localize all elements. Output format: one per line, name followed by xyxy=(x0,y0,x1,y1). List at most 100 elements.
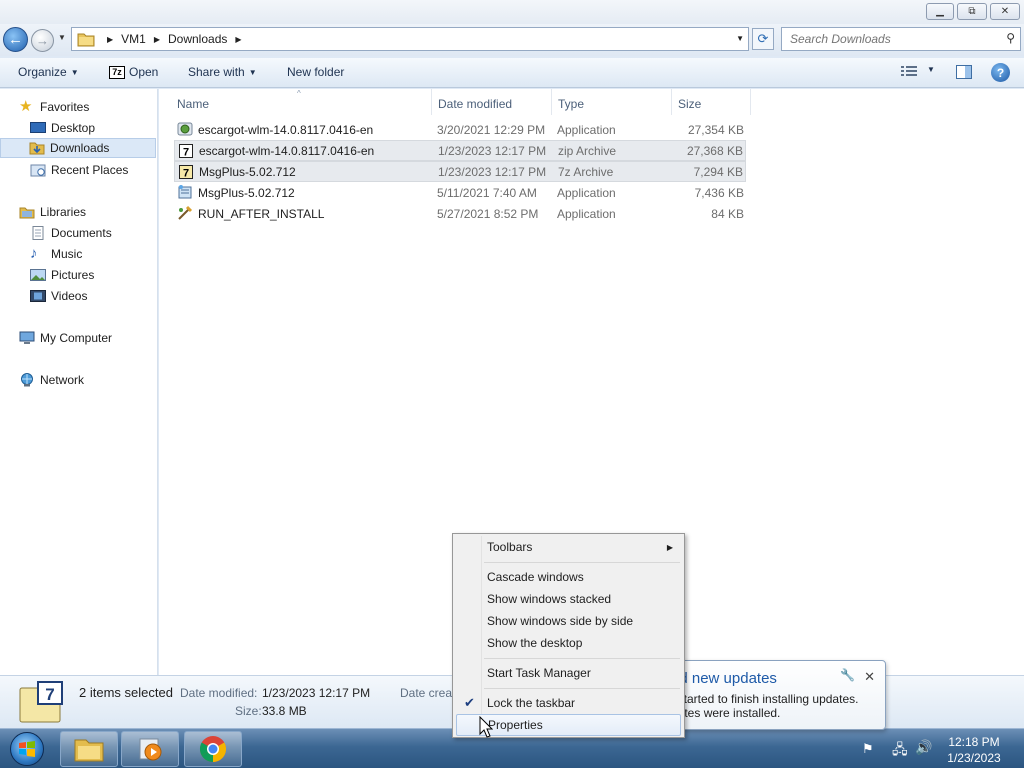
start-button[interactable] xyxy=(2,730,52,768)
file-row[interactable]: 7 MsgPlus-5.02.712 1/23/2023 12:17 PM 7z… xyxy=(174,161,746,182)
menu-item-label: Toolbars xyxy=(487,540,533,554)
nav-libraries[interactable]: Libraries xyxy=(19,202,86,222)
file-row[interactable]: 7 escargot-wlm-14.0.8117.0416-en 1/23/20… xyxy=(174,140,746,161)
taskbar-clock[interactable]: 12:18 PM 1/23/2023 xyxy=(942,734,1006,766)
chevron-down-icon: ▼ xyxy=(927,65,935,74)
menu-item-toolbars[interactable]: Toolbars ▶ xyxy=(456,536,681,558)
taskbar-media-player-button[interactable] xyxy=(121,731,179,767)
help-button[interactable]: ? xyxy=(991,63,1010,82)
nav-downloads[interactable]: Downloads xyxy=(0,138,156,158)
column-date-label: Date modified xyxy=(438,97,513,111)
explorer-folder-icon xyxy=(74,739,104,762)
svg-text:7: 7 xyxy=(45,685,54,704)
new-folder-button[interactable]: New folder xyxy=(287,65,344,79)
balloon-line-1: estarted to finish installing updates. xyxy=(671,692,859,706)
search-box[interactable]: ⚲ xyxy=(781,27,1021,51)
file-row[interactable]: MsgPlus-5.02.712 5/11/2021 7:40 AM Appli… xyxy=(174,182,746,203)
address-bar[interactable]: ▶ VM1 ▶ Downloads ▶ ▼ xyxy=(71,27,749,51)
nav-pictures[interactable]: Pictures xyxy=(30,265,94,285)
column-divider[interactable] xyxy=(431,89,432,115)
menu-item-show-desktop[interactable]: Show the desktop xyxy=(456,632,681,654)
back-button[interactable]: ← xyxy=(3,27,28,52)
nav-my-computer[interactable]: My Computer xyxy=(19,328,112,348)
breadcrumb-arrow-icon[interactable]: ▶ xyxy=(107,35,113,44)
videos-icon xyxy=(30,290,46,302)
column-header-date-modified[interactable]: Date modified xyxy=(438,93,512,115)
nav-videos[interactable]: Videos xyxy=(30,286,87,306)
column-divider[interactable] xyxy=(551,89,552,115)
taskbar-explorer-button[interactable] xyxy=(60,731,118,767)
menu-item-side-by-side[interactable]: Show windows side by side xyxy=(456,610,681,632)
menu-item-show-stacked[interactable]: Show windows stacked xyxy=(456,588,681,610)
menu-item-cascade-windows[interactable]: Cascade windows xyxy=(456,566,681,588)
column-header-type[interactable]: Type xyxy=(558,93,584,115)
organize-label: Organize xyxy=(18,65,67,79)
nav-recent-places[interactable]: Recent Places xyxy=(30,160,128,180)
change-view-button[interactable] xyxy=(901,65,917,77)
menu-item-label: Show the desktop xyxy=(487,636,583,650)
recent-pages-dropdown[interactable]: ▼ xyxy=(58,33,66,42)
taskbar-context-menu: Toolbars ▶ Cascade windows Show windows … xyxy=(452,533,685,738)
media-player-icon xyxy=(139,738,162,761)
checkmark-icon: ✔ xyxy=(464,695,475,710)
nav-desktop-label: Desktop xyxy=(51,121,96,135)
selected-archives-icon: 7 xyxy=(19,681,63,723)
view-options-dropdown[interactable]: ▼ xyxy=(927,65,935,74)
file-row[interactable]: escargot-wlm-14.0.8117.0416-en 3/20/2021… xyxy=(174,119,746,140)
share-with-label: Share with xyxy=(188,65,245,79)
organize-button[interactable]: Organize ▼ xyxy=(18,65,79,79)
nav-documents-label: Documents xyxy=(51,226,112,240)
minimize-icon: ▁ xyxy=(936,6,944,17)
nav-favorites[interactable]: ★ Favorites xyxy=(19,97,89,117)
title-bar: ▁ ⧉ ✕ xyxy=(0,0,1024,26)
search-input[interactable] xyxy=(790,29,1000,49)
nav-desktop[interactable]: Desktop xyxy=(30,118,95,138)
column-header-size[interactable]: Size xyxy=(678,93,701,115)
music-note-icon: ♪ xyxy=(30,245,38,262)
tray-volume-icon[interactable]: 🔊 xyxy=(915,739,932,756)
file-date: 5/27/2021 8:52 PM xyxy=(437,206,539,221)
menu-separator xyxy=(484,688,680,689)
breadcrumb-vm1[interactable]: VM1 xyxy=(121,32,146,46)
menu-item-task-manager[interactable]: Start Task Manager xyxy=(456,662,681,684)
breadcrumb-downloads[interactable]: Downloads xyxy=(168,32,227,46)
file-row[interactable]: RUN_AFTER_INSTALL 5/27/2021 8:52 PM Appl… xyxy=(174,203,746,224)
submenu-arrow-icon: ▶ xyxy=(666,542,673,552)
menu-item-label: Start Task Manager xyxy=(487,666,591,680)
address-history-dropdown[interactable]: ▼ xyxy=(736,34,744,43)
column-header-name[interactable]: Name xyxy=(177,93,209,115)
documents-icon xyxy=(32,226,44,240)
menu-item-lock-taskbar[interactable]: ✔ Lock the taskbar xyxy=(456,692,681,714)
clock-date: 1/23/2023 xyxy=(947,751,1001,765)
open-button[interactable]: 7z Open xyxy=(109,65,158,79)
update-notification-balloon[interactable]: ed new updates 🔧 ✕ estarted to finish in… xyxy=(664,660,886,730)
tray-flag-icon[interactable]: ⚑ xyxy=(862,741,874,757)
forward-button[interactable]: → xyxy=(31,29,54,52)
column-divider[interactable] xyxy=(750,89,751,115)
taskbar-chrome-button[interactable] xyxy=(184,731,242,767)
search-icon[interactable]: ⚲ xyxy=(1006,31,1015,45)
close-window-button[interactable]: ✕ xyxy=(990,3,1020,20)
libraries-icon xyxy=(19,207,35,219)
file-type: zip Archive xyxy=(558,143,617,158)
balloon-close-icon[interactable]: ✕ xyxy=(864,669,875,685)
nav-videos-label: Videos xyxy=(51,289,88,303)
refresh-button[interactable]: ⟳ xyxy=(752,28,774,50)
svg-text:7: 7 xyxy=(183,147,189,159)
share-with-button[interactable]: Share with ▼ xyxy=(188,65,257,79)
archive-7z-icon: 7 xyxy=(179,144,193,159)
file-name: escargot-wlm-14.0.8117.0416-en xyxy=(198,122,374,137)
chrome-icon xyxy=(199,736,227,763)
preview-pane-button[interactable] xyxy=(956,65,972,79)
maximize-button[interactable]: ⧉ xyxy=(957,3,987,20)
nav-documents[interactable]: Documents xyxy=(30,223,112,243)
balloon-options-icon[interactable]: 🔧 xyxy=(840,668,855,682)
column-divider[interactable] xyxy=(671,89,672,115)
breadcrumb-arrow-icon[interactable]: ▶ xyxy=(154,35,160,44)
nav-music[interactable]: ♪ Music xyxy=(30,244,82,264)
minimize-button[interactable]: ▁ xyxy=(926,3,954,20)
nav-network[interactable]: Network xyxy=(19,370,84,390)
file-size: 27,368 KB xyxy=(686,143,743,158)
tray-network-icon[interactable]: 🖧 xyxy=(892,739,908,763)
breadcrumb-arrow-icon[interactable]: ▶ xyxy=(235,35,241,44)
